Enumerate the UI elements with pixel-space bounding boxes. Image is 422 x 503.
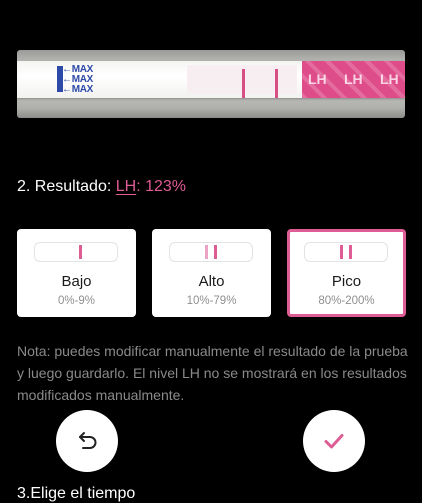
test-strip-photo: ←MAX ←MAX ←MAX LH LH LH bbox=[17, 50, 405, 118]
level-range: 80%-200% bbox=[318, 295, 375, 307]
level-card-pico[interactable]: Pico 80%-200% bbox=[287, 229, 406, 317]
level-range: 0%-9% bbox=[57, 295, 96, 307]
test-line bbox=[242, 69, 245, 98]
result-value: 123% bbox=[145, 178, 186, 195]
level-label: Pico bbox=[331, 273, 362, 290]
strip-handle: LH LH LH bbox=[302, 61, 405, 98]
undo-button[interactable] bbox=[56, 410, 118, 472]
strip-icon bbox=[169, 242, 253, 262]
test-strip: ←MAX ←MAX ←MAX LH LH LH bbox=[17, 61, 405, 98]
confirm-button[interactable] bbox=[303, 410, 365, 472]
max-marker: ←MAX ←MAX ←MAX bbox=[57, 64, 119, 95]
undo-arrow-icon bbox=[79, 432, 97, 449]
level-label: Bajo bbox=[61, 273, 92, 290]
level-label: Alto bbox=[198, 273, 225, 290]
strip-icon bbox=[304, 242, 388, 262]
result-window bbox=[187, 65, 297, 98]
level-range: 10%-79% bbox=[186, 295, 237, 307]
note-text: Nota: puedes modificar manualmente el re… bbox=[17, 343, 408, 403]
result-heading: 2. Resultado: LH: 123% bbox=[17, 178, 186, 195]
lh-link[interactable]: LH bbox=[116, 178, 136, 195]
checkmark-icon bbox=[324, 434, 344, 449]
strip-icon bbox=[34, 242, 118, 262]
level-card-bajo[interactable]: Bajo 0%-9% bbox=[17, 229, 136, 317]
level-card-alto[interactable]: Alto 10%-79% bbox=[152, 229, 271, 317]
control-line bbox=[275, 69, 278, 98]
section-3-heading: 3.Elige el tiempo bbox=[17, 485, 136, 502]
